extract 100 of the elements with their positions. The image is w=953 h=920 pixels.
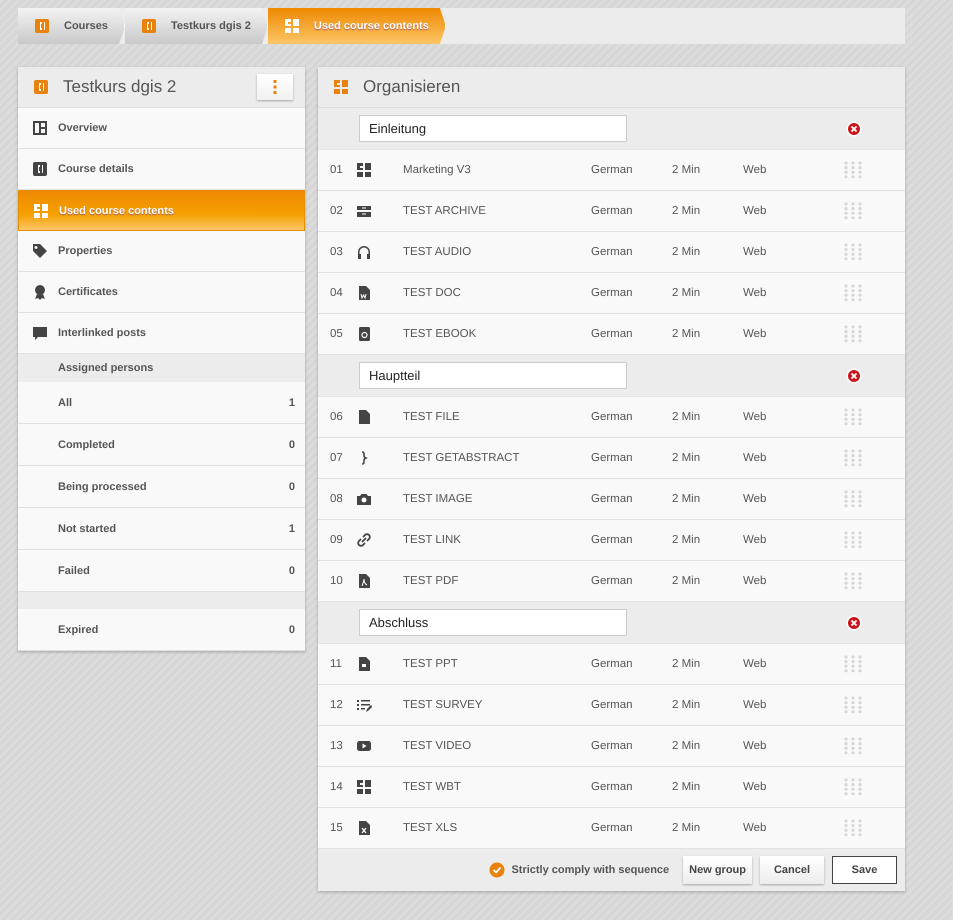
drag-handle-icon[interactable]: [843, 531, 863, 549]
filter-label[interactable]: All: [58, 396, 72, 408]
format-cell-text: Web: [743, 534, 768, 546]
row-number: 08: [329, 493, 344, 505]
format-cell-text: Web: [743, 411, 768, 423]
filter-label[interactable]: Completed: [58, 438, 115, 450]
count-label: 0: [288, 624, 295, 636]
bracket-icon: [33, 79, 49, 95]
duration-cell-text: 2 Min: [672, 287, 702, 299]
filter-label[interactable]: Being processed: [58, 480, 147, 492]
presentation-file-icon: [356, 656, 372, 672]
format-cell-text: Web: [743, 822, 768, 834]
play-icon: [356, 738, 372, 754]
language-cell-text: German: [591, 328, 634, 340]
drag-handle-icon[interactable]: [843, 325, 863, 343]
row-number: 05: [329, 328, 344, 340]
drag-handle-icon[interactable]: [843, 737, 863, 755]
tag-icon: [32, 243, 48, 259]
more-menu-button[interactable]: [257, 74, 293, 100]
duration-cell-text: 2 Min: [672, 740, 702, 752]
sidebar-item[interactable]: Course details: [18, 149, 305, 190]
row-number: 07: [329, 452, 344, 464]
grid-icon: [32, 120, 48, 136]
content-title: TEST SURVEY: [403, 699, 484, 711]
count-label: 0: [288, 438, 295, 450]
count-label: 0: [288, 480, 295, 492]
row-number: 01: [329, 164, 344, 176]
checkbox[interactable]: [489, 862, 506, 878]
drag-handle-icon[interactable]: [843, 161, 863, 179]
bracket-icon: [34, 18, 50, 34]
row-number: 03: [329, 246, 344, 258]
document-icon: [356, 285, 372, 301]
content-title: TEST WBT: [403, 781, 462, 793]
archive-box-icon: [356, 203, 372, 219]
language-cell-text: German: [591, 534, 634, 546]
format-cell-text: Web: [743, 452, 768, 464]
delete-icon[interactable]: [846, 614, 862, 630]
group-name-field[interactable]: Hauptteil: [359, 362, 627, 389]
content-title: TEST IMAGE: [403, 493, 474, 505]
kebab-icon: [273, 80, 277, 94]
sidebar-item[interactable]: Interlinked posts: [18, 313, 305, 354]
breadcrumb-item[interactable]: Courses: [18, 8, 126, 44]
row-number: 02: [329, 205, 344, 217]
language-cell-text: German: [591, 411, 634, 423]
filter-label[interactable]: Not started: [58, 522, 116, 534]
drag-handle-icon[interactable]: [843, 284, 863, 302]
content-title: TEST FILE: [403, 411, 461, 423]
content-title: TEST DOC: [403, 287, 462, 299]
language-cell-text: German: [591, 452, 634, 464]
content-title: TEST GETABSTRACT: [403, 452, 521, 464]
group-name-field[interactable]: Einleitung: [359, 115, 627, 142]
delete-icon[interactable]: [846, 368, 862, 384]
sidebar-item[interactable]: Overview: [18, 108, 305, 149]
row-number: 14: [329, 781, 344, 793]
drag-handle-icon[interactable]: [843, 819, 863, 837]
language-cell-text: German: [591, 246, 634, 258]
filter-label[interactable]: Expired: [58, 624, 98, 636]
puzzle-icon: [284, 18, 300, 34]
action-button[interactable]: Cancel: [760, 856, 824, 884]
duration-cell-text: 2 Min: [672, 493, 702, 505]
drag-handle-icon[interactable]: [843, 655, 863, 673]
sidebar-item[interactable]: Properties: [18, 231, 305, 272]
language-cell-text: German: [591, 740, 634, 752]
duration-cell-text: 2 Min: [672, 658, 702, 670]
content-title: TEST EBOOK: [403, 328, 478, 340]
drag-handle-icon[interactable]: [843, 449, 863, 467]
drag-handle-icon[interactable]: [843, 696, 863, 714]
content-title: TEST XLS: [403, 822, 458, 834]
duration-cell-text: 2 Min: [672, 164, 702, 176]
bracket-icon: [141, 18, 158, 34]
drag-handle-icon[interactable]: [843, 243, 863, 261]
row-number: 13: [329, 740, 344, 752]
drag-handle-icon[interactable]: [843, 408, 863, 426]
drag-handle-icon[interactable]: [843, 572, 863, 590]
group-name-field[interactable]: Abschluss: [359, 609, 627, 636]
format-cell-text: Web: [743, 493, 768, 505]
format-cell-text: Web: [743, 287, 768, 299]
filter-label[interactable]: Failed: [58, 564, 90, 576]
section-heading: Assigned persons: [58, 362, 154, 374]
row-number: 15: [329, 822, 344, 834]
duration-cell-text: 2 Min: [672, 575, 702, 587]
sidebar-item[interactable]: Certificates: [18, 272, 305, 313]
format-cell-text: Web: [743, 740, 768, 752]
breadcrumb-item[interactable]: Testkurs dgis 2: [125, 8, 268, 44]
duration-cell-text: 2 Min: [672, 452, 702, 464]
drag-handle-icon[interactable]: [843, 490, 863, 508]
drag-handle-icon[interactable]: [843, 778, 863, 796]
delete-icon[interactable]: [846, 120, 862, 136]
camera-icon: [356, 491, 372, 507]
action-button[interactable]: Save: [832, 856, 897, 884]
format-cell-text: Web: [743, 205, 768, 217]
drag-handle-icon[interactable]: [843, 202, 863, 220]
row-number: 12: [329, 699, 344, 711]
action-button[interactable]: New group: [683, 856, 752, 884]
row-number: 06: [329, 411, 344, 423]
duration-cell-text: 2 Min: [672, 246, 702, 258]
content-title: TEST AUDIO: [403, 246, 472, 258]
duration-cell-text: 2 Min: [672, 411, 702, 423]
format-cell-text: Web: [743, 328, 768, 340]
row-number: 10: [329, 575, 344, 587]
